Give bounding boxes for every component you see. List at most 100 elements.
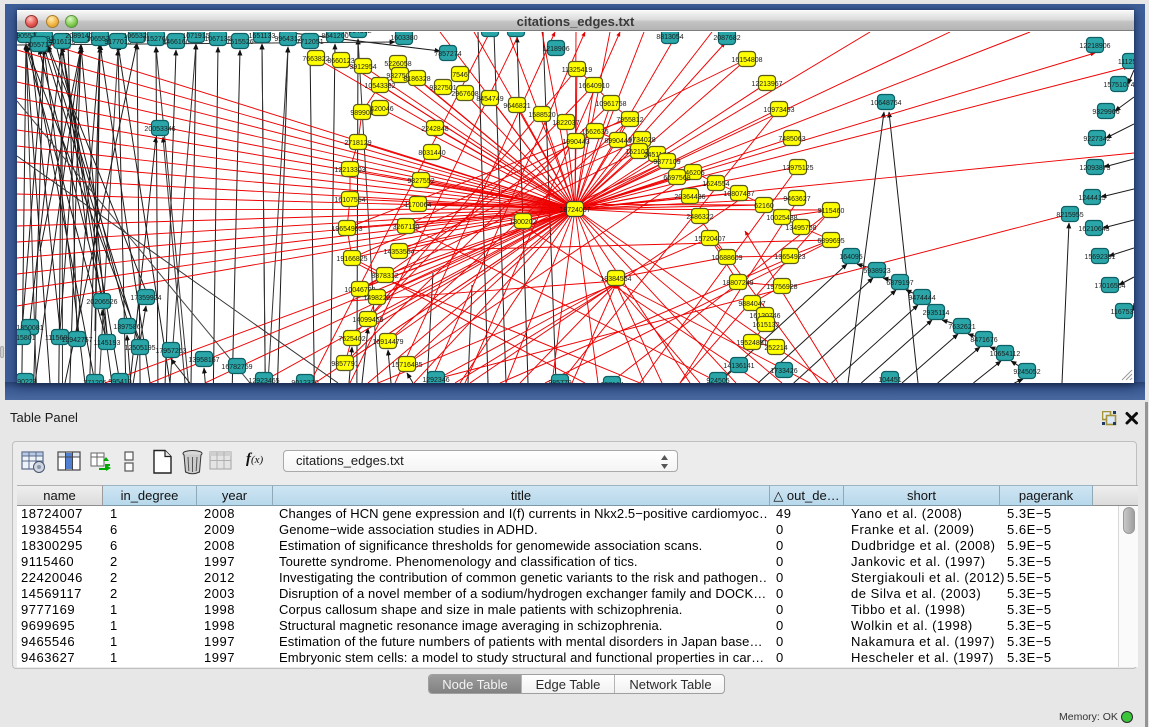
svg-text:1651133: 1651133 — [249, 33, 276, 40]
svg-text:7546: 7546 — [452, 72, 468, 79]
svg-text:12505195: 12505195 — [124, 345, 155, 352]
svg-text:104451: 104451 — [878, 377, 901, 383]
svg-text:8215955: 8215955 — [1056, 212, 1083, 219]
svg-text:8813054: 8813054 — [656, 34, 683, 41]
svg-text:12213303: 12213303 — [334, 167, 365, 174]
svg-text:9327552: 9327552 — [407, 178, 434, 185]
svg-text:8466160: 8466160 — [162, 39, 189, 46]
svg-text:2087682: 2087682 — [713, 35, 740, 42]
svg-text:17359924: 17359924 — [130, 295, 161, 302]
svg-text:15692391: 15692391 — [1084, 254, 1115, 261]
svg-text:995410: 995410 — [108, 379, 131, 383]
svg-text:14353564: 14353564 — [383, 249, 414, 256]
svg-text:17016504: 17016504 — [1094, 283, 1125, 290]
svg-text:3267110: 3267110 — [393, 224, 420, 231]
svg-text:1498222: 1498222 — [363, 295, 390, 302]
svg-text:1822037: 1822037 — [552, 120, 579, 127]
svg-text:13958167: 13958167 — [188, 357, 219, 364]
svg-text:13975125: 13975125 — [782, 165, 813, 172]
svg-text:8031440: 8031440 — [418, 150, 445, 157]
svg-text:1145193: 1145193 — [94, 340, 121, 347]
svg-text:1218906: 1218906 — [542, 46, 569, 53]
svg-text:19654963: 19654963 — [331, 226, 362, 233]
svg-text:2935114: 2935114 — [923, 310, 950, 317]
svg-text:8878312: 8878312 — [371, 273, 398, 280]
svg-text:19756928: 19756928 — [766, 284, 797, 291]
svg-text:2242848: 2242848 — [421, 126, 448, 133]
svg-text:1170064: 1170064 — [405, 202, 432, 209]
svg-text:12218906: 12218906 — [1079, 43, 1110, 50]
svg-text:771205: 771205 — [83, 380, 106, 383]
svg-text:985779: 985779 — [548, 380, 571, 383]
svg-text:20053346: 20053346 — [144, 126, 175, 133]
svg-text:15751074: 15751074 — [1103, 82, 1134, 89]
svg-text:9115460: 9115460 — [818, 208, 845, 215]
svg-text:1300202: 1300202 — [509, 219, 536, 226]
svg-text:2486322: 2486322 — [686, 214, 713, 221]
svg-text:9377109: 9377109 — [653, 159, 680, 166]
svg-text:9245052: 9245052 — [1013, 369, 1040, 376]
svg-text:8454749: 8454749 — [476, 96, 503, 103]
svg-text:10973493: 10973493 — [763, 107, 794, 114]
svg-text:16640910: 16640910 — [578, 83, 609, 90]
svg-text:190223: 190223 — [17, 379, 37, 383]
svg-text:9463627: 9463627 — [783, 196, 810, 203]
svg-text:7632621: 7632621 — [948, 324, 975, 331]
svg-text:14136141: 14136141 — [723, 363, 754, 370]
svg-text:3912954: 3912954 — [349, 64, 376, 71]
svg-text:6899695: 6899695 — [817, 238, 844, 245]
svg-text:1624554: 1624554 — [702, 181, 729, 188]
svg-text:924505: 924505 — [706, 378, 729, 383]
svg-text:12093873: 12093873 — [1079, 165, 1110, 172]
svg-text:7485063: 7485063 — [778, 136, 805, 143]
svg-text:10961758: 10961758 — [595, 101, 626, 108]
svg-text:9177013: 9177013 — [104, 39, 131, 46]
svg-text:9964312: 9964312 — [344, 32, 371, 35]
svg-text:7663822: 7663822 — [302, 56, 329, 63]
svg-text:1615132: 1615132 — [752, 322, 779, 329]
svg-text:3915801: 3915801 — [17, 335, 36, 342]
svg-text:13654923: 13654923 — [774, 254, 805, 261]
svg-text:1990443: 1990443 — [562, 139, 589, 146]
svg-text:1397586: 1397586 — [113, 324, 140, 331]
svg-text:7857274: 7857274 — [434, 51, 461, 58]
svg-text:16210643: 16210643 — [1078, 226, 1109, 233]
svg-text:7625402: 7625402 — [338, 336, 365, 343]
svg-text:10648764: 10648764 — [870, 100, 901, 107]
svg-text:19524851: 19524851 — [736, 340, 767, 347]
svg-text:14099459: 14099459 — [352, 317, 383, 324]
svg-text:5938923: 5938923 — [863, 268, 890, 275]
svg-text:16154808: 16154808 — [731, 57, 762, 64]
svg-text:20364436: 20364436 — [674, 194, 705, 201]
svg-text:1167533: 1167533 — [1111, 309, 1134, 316]
svg-text:1292346: 1292346 — [422, 377, 449, 383]
svg-text:9012330: 9012330 — [291, 380, 318, 383]
svg-text:62160: 62160 — [754, 203, 774, 210]
svg-text:9227342: 9227342 — [1083, 136, 1110, 143]
svg-text:10654112: 10654112 — [990, 351, 1021, 358]
svg-text:2967608: 2967608 — [451, 91, 478, 98]
svg-text:989902: 989902 — [350, 110, 373, 117]
svg-text:1603380: 1603380 — [390, 35, 417, 42]
svg-text:1562635: 1562635 — [581, 129, 608, 136]
svg-text:8186328: 8186328 — [403, 76, 430, 83]
svg-text:9646821: 9646821 — [503, 103, 530, 110]
svg-text:7515526: 7515526 — [226, 39, 253, 46]
svg-text:19166825: 19166825 — [336, 256, 367, 263]
svg-text:9857791: 9857791 — [331, 361, 358, 368]
svg-text:15716485: 15716485 — [391, 362, 422, 369]
svg-text:7712051: 7712051 — [296, 39, 323, 46]
svg-text:1112533: 1112533 — [1118, 59, 1134, 66]
svg-text:15720407: 15720407 — [694, 236, 725, 243]
svg-text:8471676: 8471676 — [970, 337, 997, 344]
svg-text:1588520: 1588520 — [528, 112, 555, 119]
svg-text:16782759: 16782759 — [221, 364, 252, 371]
svg-text:13495758: 13495758 — [785, 225, 816, 232]
svg-text:17957263: 17957263 — [155, 348, 186, 355]
svg-text:2718129: 2718129 — [344, 140, 371, 147]
svg-text:18807249: 18807249 — [722, 280, 753, 287]
svg-text:10543382: 10543382 — [364, 83, 395, 90]
svg-text:10807487: 10807487 — [723, 191, 754, 198]
svg-text:11325419: 11325419 — [562, 67, 593, 74]
svg-text:9055717: 9055717 — [25, 42, 52, 49]
